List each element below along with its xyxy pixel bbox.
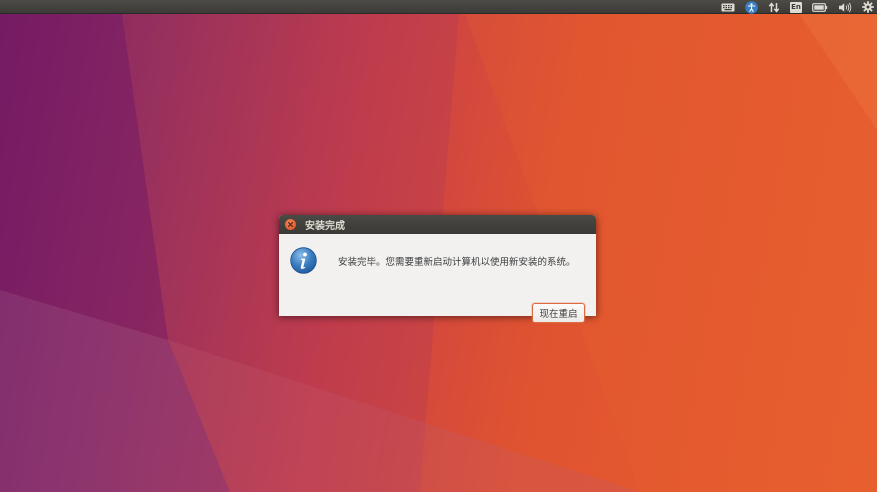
dialog-titlebar[interactable]: 安装完成 <box>279 215 596 234</box>
battery-icon[interactable] <box>812 0 828 14</box>
top-panel: En <box>0 0 877 14</box>
panel-indicators: En <box>721 0 874 14</box>
close-button[interactable] <box>285 219 296 230</box>
dialog-message: 安装完毕。您需要重新启动计算机以使用新安装的系统。 <box>338 257 576 268</box>
close-icon <box>288 222 293 227</box>
accessibility-icon[interactable] <box>745 0 758 14</box>
language-indicator-label: En <box>790 1 802 13</box>
language-icon[interactable]: En <box>790 0 802 14</box>
restart-now-button[interactable]: 现在重启 <box>532 303 585 323</box>
keyboard-icon[interactable] <box>721 0 735 14</box>
network-icon[interactable] <box>768 0 780 14</box>
volume-icon[interactable] <box>838 0 852 14</box>
settings-gear-icon[interactable] <box>862 0 874 14</box>
dialog-body: 安装完毕。您需要重新启动计算机以使用新安装的系统。 现在重启 <box>279 234 596 323</box>
info-icon <box>290 247 317 274</box>
desktop: En 安装完成 安装完毕。您需要重新启动计算机以使用新安装的系统。 现在重启 <box>0 0 877 492</box>
dialog-title: 安装完成 <box>305 221 345 232</box>
installation-complete-dialog: 安装完成 安装完毕。您需要重新启动计算机以使用新安装的系统。 现在重启 <box>279 215 596 323</box>
